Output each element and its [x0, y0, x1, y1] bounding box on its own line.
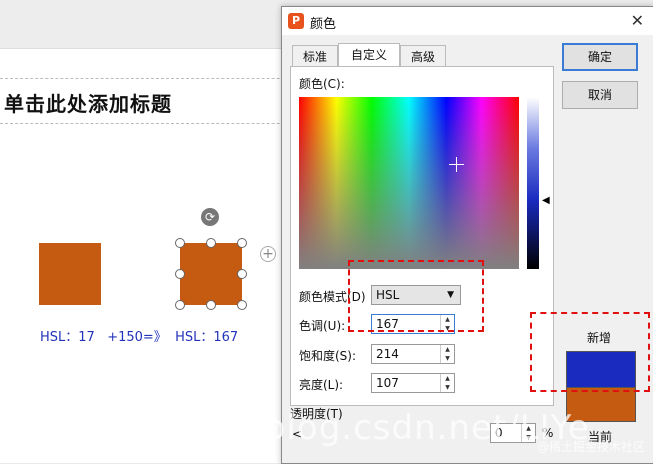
resize-handle[interactable] — [175, 300, 185, 310]
custom-tab-panel: 颜色(C): ◀ 颜色模式(D) HSL ▼ 色调(U): 167 ▲ ▼ 饱和度… — [290, 66, 554, 406]
lightness-input[interactable]: 107 ▲ ▼ — [371, 373, 455, 393]
tab-advanced[interactable]: 高级 — [400, 45, 446, 67]
tab-standard[interactable]: 标准 — [292, 45, 338, 67]
resize-handle[interactable] — [206, 238, 216, 248]
watermark-site: @稀土掘金技术社区 — [536, 440, 645, 454]
tab-custom[interactable]: 自定义 — [338, 43, 400, 67]
color-dialog: P 颜色 ✕ 标准 自定义 高级 颜色(C): ◀ 颜色模式(D) HSL ▼ … — [281, 6, 653, 464]
hsl-caption: HSL：17 +150=》 HSL：167 — [40, 330, 239, 345]
cancel-button[interactable]: 取消 — [562, 81, 638, 109]
resize-handle[interactable] — [206, 300, 216, 310]
spin-arrows-icon[interactable]: ▲ ▼ — [440, 345, 454, 363]
saturation-value: 214 — [376, 347, 399, 361]
slider-arrow-icon[interactable]: ◀ — [542, 195, 550, 206]
dialog-title: 颜色 — [310, 17, 337, 32]
rotate-handle-icon[interactable]: ⟳ — [201, 208, 219, 226]
ok-button[interactable]: 确定 — [562, 43, 638, 71]
color-label: 颜色(C): — [299, 77, 345, 91]
highlight-box-new-color — [530, 312, 650, 392]
app-logo-icon: P — [288, 13, 304, 29]
lightness-value: 107 — [376, 376, 399, 390]
resize-handle[interactable] — [237, 269, 247, 279]
watermark-url: https://blog.csdn.net/LIYe — [134, 408, 590, 448]
slide-title[interactable]: 单击此处添加标题 — [4, 88, 172, 117]
spin-arrows-icon[interactable]: ▲ ▼ — [440, 374, 454, 392]
lightness-label: 亮度(L): — [299, 378, 344, 392]
add-element-icon[interactable]: + — [260, 246, 276, 262]
close-icon[interactable]: ✕ — [631, 11, 644, 30]
orange-square-original[interactable] — [39, 243, 101, 305]
hue-label: 色调(U): — [299, 319, 346, 333]
resize-handle[interactable] — [237, 238, 247, 248]
saturation-label: 饱和度(S): — [299, 349, 357, 363]
orange-square-selected[interactable] — [180, 243, 242, 305]
resize-handle[interactable] — [237, 300, 247, 310]
resize-handle[interactable] — [175, 269, 185, 279]
saturation-input[interactable]: 214 ▲ ▼ — [371, 344, 455, 364]
luminance-slider[interactable] — [527, 97, 539, 269]
color-spectrum[interactable] — [299, 97, 519, 269]
resize-handle[interactable] — [175, 238, 185, 248]
dialog-titlebar[interactable]: P 颜色 ✕ — [282, 7, 653, 35]
highlight-box-hsl — [348, 260, 484, 332]
crosshair-icon[interactable] — [449, 157, 464, 172]
